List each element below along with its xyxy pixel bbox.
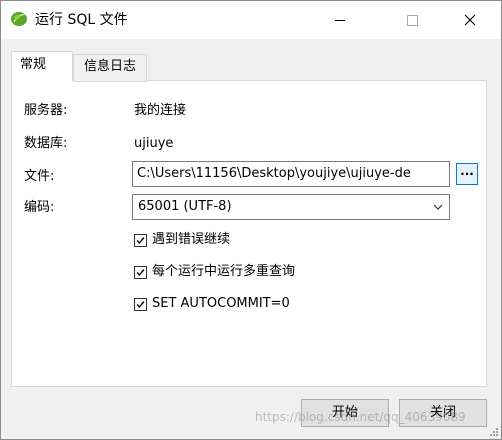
run-sql-file-dialog: 运行 SQL 文件 常规 信息日志 服务器: 我的连接 数据库: ujiuye …	[0, 0, 502, 440]
continue-on-error-label: 遇到错误继续	[152, 232, 231, 247]
check-icon	[136, 236, 145, 244]
close-icon	[464, 14, 476, 26]
autocommit-label: SET AUTOCOMMIT=0	[152, 296, 290, 311]
browse-file-button[interactable]: ...	[456, 163, 478, 185]
continue-on-error-checkbox[interactable]	[134, 233, 147, 247]
general-panel: 服务器: 我的连接 数据库: ujiuye 文件: C:\Users\11156…	[11, 80, 487, 387]
database-label: 数据库:	[24, 136, 68, 151]
encoding-label: 编码:	[24, 200, 55, 215]
option-multiple-queries[interactable]: 每个运行中运行多重查询	[134, 263, 295, 281]
minimize-icon	[335, 19, 345, 21]
autocommit-checkbox[interactable]	[134, 297, 147, 311]
multiple-queries-label: 每个运行中运行多重查询	[152, 264, 296, 279]
file-label: 文件:	[24, 169, 55, 184]
server-label: 服务器:	[24, 103, 68, 118]
chevron-down-icon	[433, 204, 443, 210]
tab-info-log[interactable]: 信息日志	[73, 54, 147, 82]
start-button[interactable]: 开始	[301, 399, 389, 427]
check-icon	[136, 268, 145, 276]
option-continue-on-error[interactable]: 遇到错误继续	[134, 231, 230, 249]
check-icon	[136, 300, 145, 308]
tab-general[interactable]: 常规	[11, 51, 73, 81]
encoding-selected-value: 65001 (UTF-8)	[138, 199, 232, 214]
server-value: 我的连接	[134, 103, 187, 118]
maximize-icon	[406, 14, 418, 26]
window-title: 运行 SQL 文件	[35, 12, 128, 28]
file-path-input[interactable]: C:\Users\11156\Desktop\youjiye\ujiuye-de	[132, 161, 450, 187]
close-window-button[interactable]	[447, 1, 493, 39]
title-bar[interactable]: 运行 SQL 文件	[1, 1, 501, 39]
option-autocommit[interactable]: SET AUTOCOMMIT=0	[134, 295, 290, 313]
encoding-select[interactable]: 65001 (UTF-8)	[132, 194, 450, 220]
green-leaf-icon	[11, 12, 27, 26]
multiple-queries-checkbox[interactable]	[134, 265, 147, 279]
database-value: ujiuye	[134, 136, 174, 151]
minimize-button[interactable]	[317, 1, 363, 39]
close-button[interactable]: 关闭	[399, 399, 487, 427]
resize-grip-icon[interactable]	[487, 425, 499, 437]
maximize-button[interactable]	[389, 1, 435, 39]
